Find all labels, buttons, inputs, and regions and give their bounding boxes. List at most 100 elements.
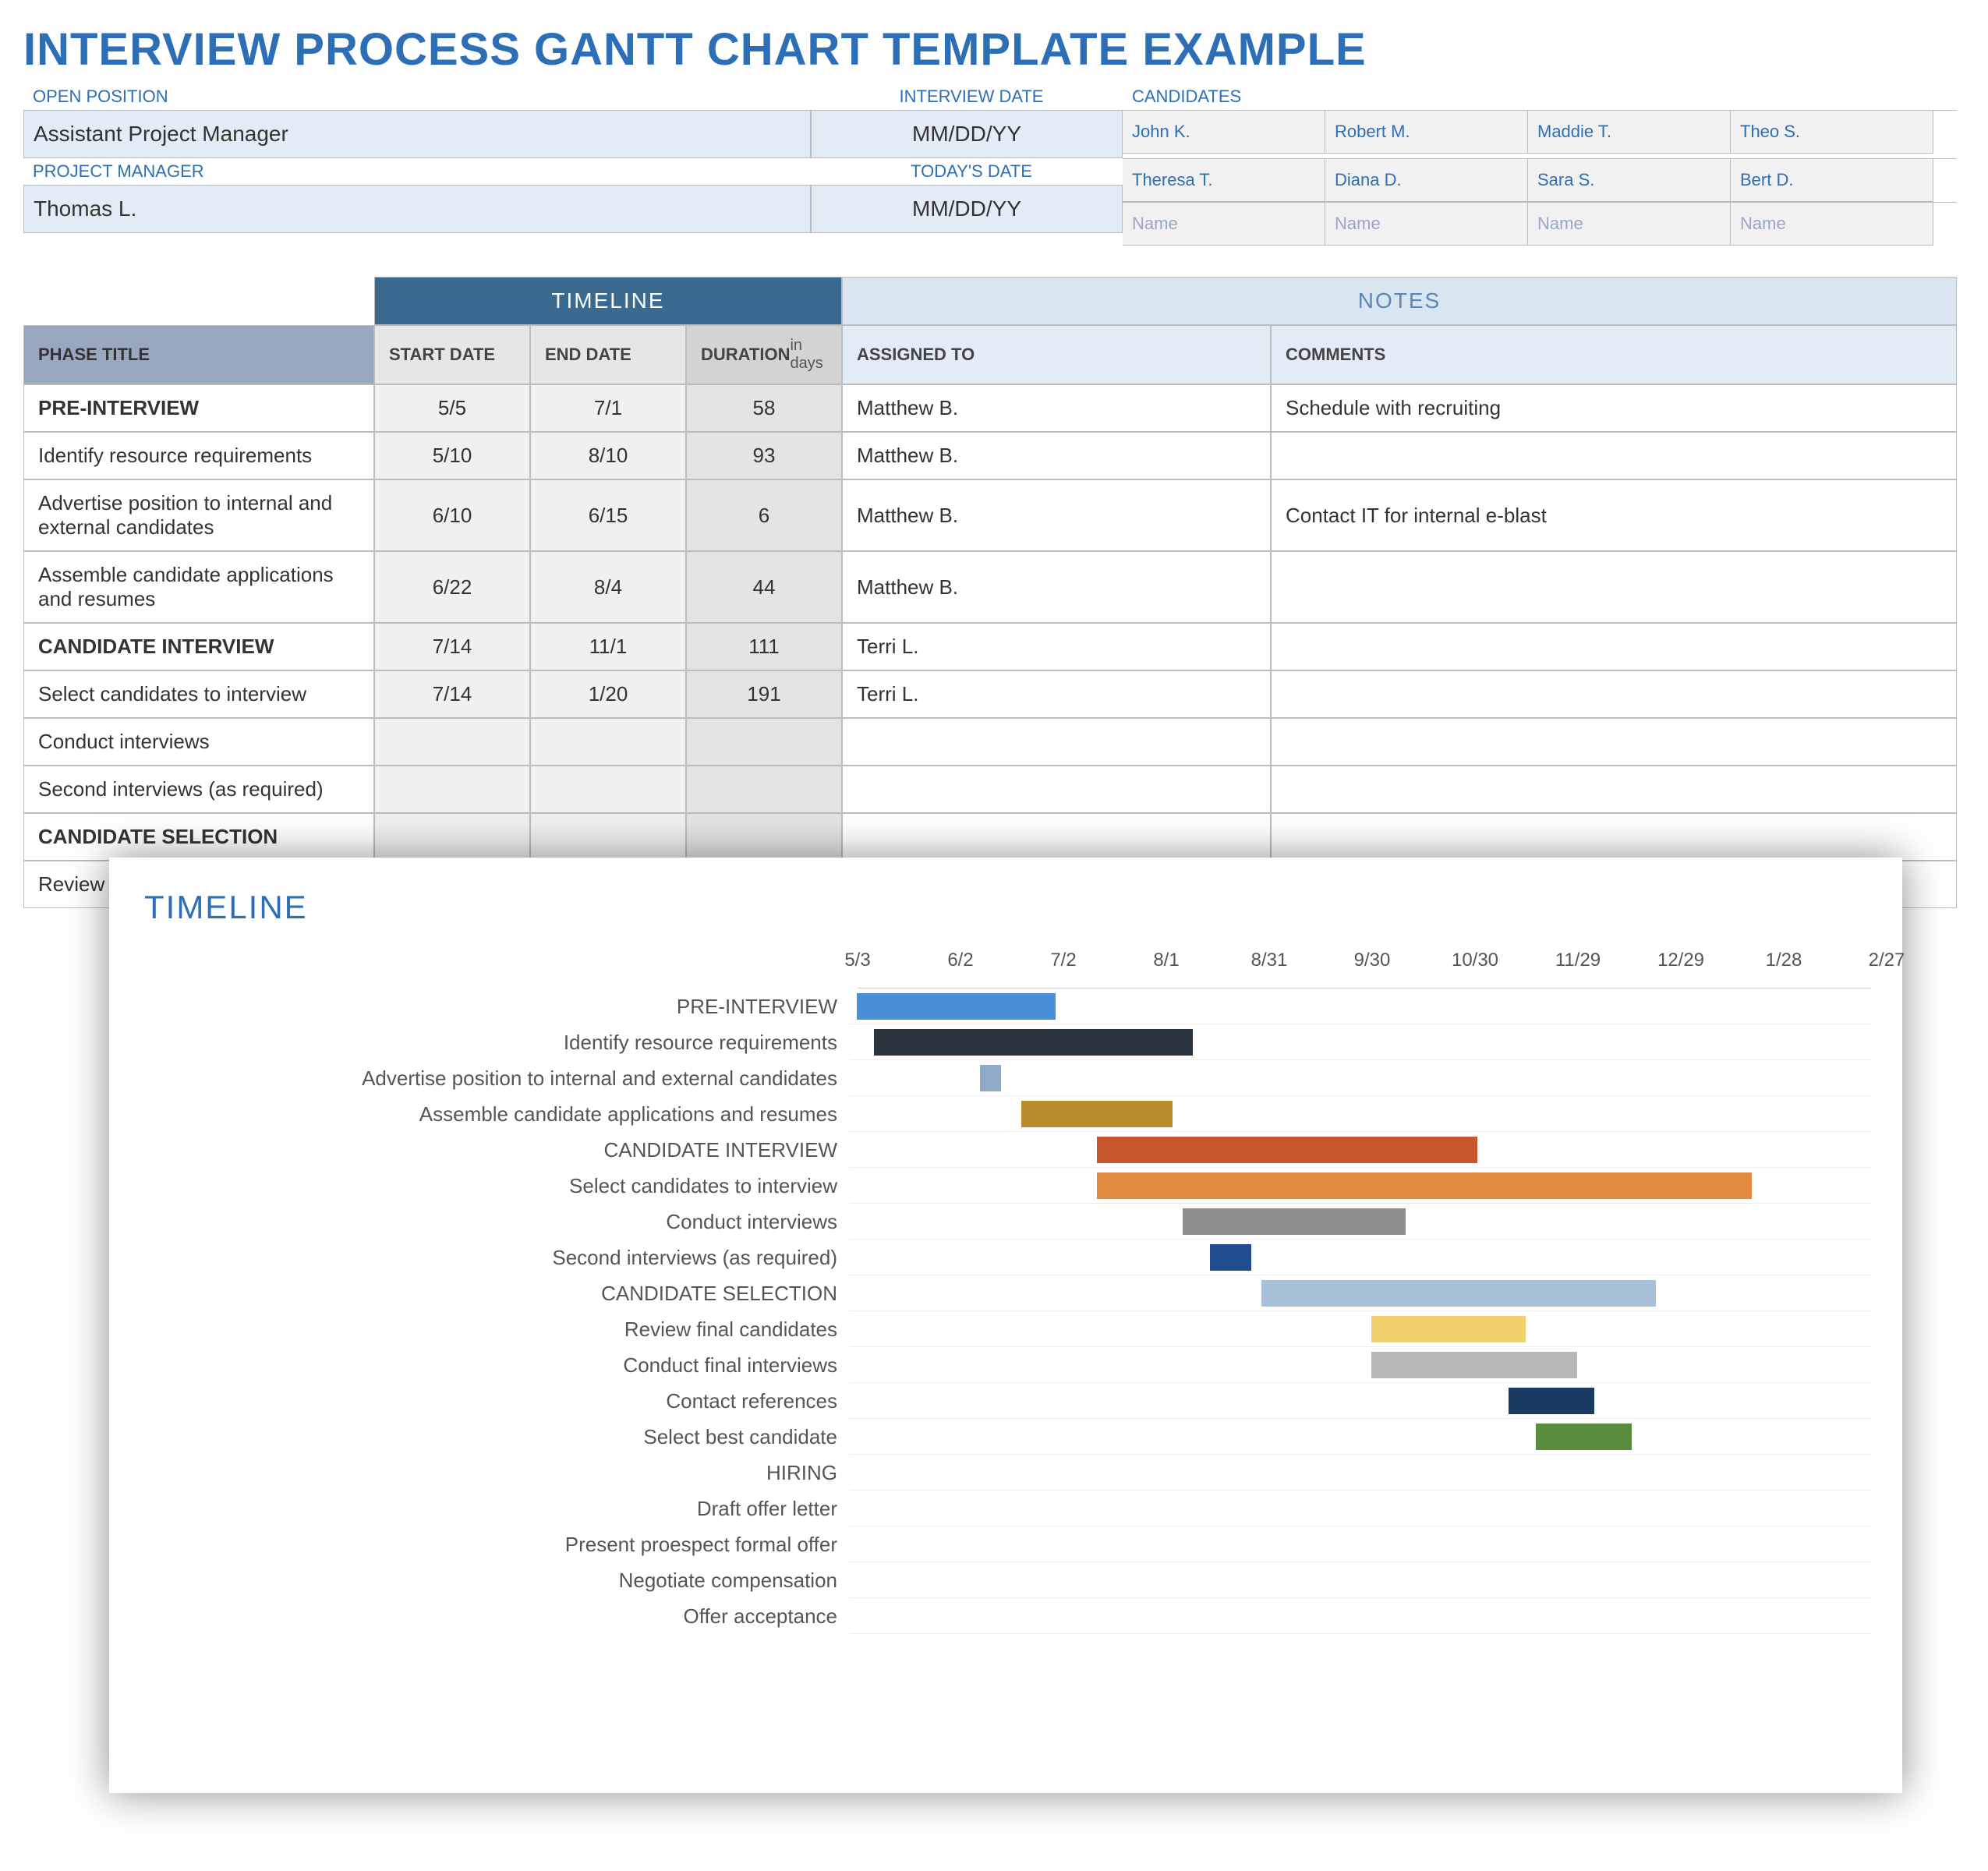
gantt-row-label: Draft offer letter xyxy=(140,1497,850,1521)
table-row-start[interactable] xyxy=(374,813,530,861)
gantt-row: Advertise position to internal and exter… xyxy=(140,1060,1871,1096)
table-row-comments[interactable]: Contact IT for internal e-blast xyxy=(1271,479,1957,551)
candidate-cell[interactable]: Name xyxy=(1325,203,1528,246)
candidates-label: CANDIDATES xyxy=(1123,83,1957,110)
table-row-duration[interactable]: 191 xyxy=(686,670,842,718)
table-row-phase[interactable]: Advertise position to internal and exter… xyxy=(23,479,374,551)
col-comments: COMMENTS xyxy=(1271,325,1957,384)
table-row-assigned[interactable]: Matthew B. xyxy=(842,551,1271,623)
table-row-comments[interactable]: Schedule with recruiting xyxy=(1271,384,1957,432)
table-row-end[interactable]: 8/10 xyxy=(530,432,686,479)
table-row-comments[interactable] xyxy=(1271,718,1957,766)
table-row-end[interactable] xyxy=(530,766,686,813)
gantt-row: Conduct interviews xyxy=(140,1204,1871,1240)
table-row-phase[interactable]: Second interviews (as required) xyxy=(23,766,374,813)
table-row-phase[interactable]: PRE-INTERVIEW xyxy=(23,384,374,432)
table-row-end[interactable]: 1/20 xyxy=(530,670,686,718)
table-row-start[interactable] xyxy=(374,718,530,766)
table-row-end[interactable]: 6/15 xyxy=(530,479,686,551)
candidate-cell[interactable]: Sara S. xyxy=(1528,159,1731,202)
table-row-phase[interactable]: CANDIDATE SELECTION xyxy=(23,813,374,861)
table-row-assigned[interactable]: Matthew B. xyxy=(842,432,1271,479)
todays-date-value[interactable]: MM/DD/YY xyxy=(811,185,1123,233)
table-row-phase[interactable]: Conduct interviews xyxy=(23,718,374,766)
table-row-comments[interactable] xyxy=(1271,766,1957,813)
candidate-cell[interactable]: Name xyxy=(1123,203,1325,246)
table-row-assigned[interactable]: Matthew B. xyxy=(842,384,1271,432)
gantt-row: Select candidates to interview xyxy=(140,1168,1871,1204)
table-row-duration[interactable] xyxy=(686,813,842,861)
gantt-bar[interactable] xyxy=(1097,1137,1477,1163)
open-position-value[interactable]: Assistant Project Manager xyxy=(23,110,811,158)
table-row-start[interactable]: 5/10 xyxy=(374,432,530,479)
table-row-end[interactable]: 7/1 xyxy=(530,384,686,432)
timeline-overlay-panel: TIMELINE 5/36/27/28/18/319/3010/3011/291… xyxy=(109,858,1902,1793)
table-row-assigned[interactable] xyxy=(842,766,1271,813)
gantt-chart: 5/36/27/28/18/319/3010/3011/2912/291/282… xyxy=(140,950,1871,1634)
gantt-bar[interactable] xyxy=(857,993,1056,1020)
candidate-cell[interactable]: John K. xyxy=(1123,111,1325,154)
gantt-row-label: Assemble candidate applications and resu… xyxy=(140,1102,850,1126)
candidate-cell[interactable]: Robert M. xyxy=(1325,111,1528,154)
candidate-cell[interactable]: Name xyxy=(1528,203,1731,246)
table-row-start[interactable] xyxy=(374,766,530,813)
gantt-bar[interactable] xyxy=(980,1065,1000,1091)
table-row-start[interactable]: 6/10 xyxy=(374,479,530,551)
table-row-comments[interactable] xyxy=(1271,432,1957,479)
gantt-axis-tick: 7/2 xyxy=(1050,950,1076,971)
table-row-assigned[interactable]: Terri L. xyxy=(842,670,1271,718)
table-row-assigned[interactable]: Matthew B. xyxy=(842,479,1271,551)
table-row-phase[interactable]: CANDIDATE INTERVIEW xyxy=(23,623,374,670)
table-row-assigned[interactable] xyxy=(842,813,1271,861)
gantt-bar[interactable] xyxy=(1536,1424,1632,1450)
gantt-bar[interactable] xyxy=(1183,1208,1406,1235)
gantt-bar[interactable] xyxy=(1210,1244,1251,1271)
gantt-row-label: Review final candidates xyxy=(140,1317,850,1342)
project-manager-value[interactable]: Thomas L. xyxy=(23,185,811,233)
table-row-comments[interactable] xyxy=(1271,623,1957,670)
candidate-cell[interactable]: Bert D. xyxy=(1731,159,1933,202)
table-row-end[interactable] xyxy=(530,718,686,766)
gantt-bar[interactable] xyxy=(1261,1280,1656,1307)
table-row-start[interactable]: 7/14 xyxy=(374,670,530,718)
table-row-duration[interactable]: 44 xyxy=(686,551,842,623)
gantt-bar-area xyxy=(850,1491,1871,1526)
table-row-assigned[interactable]: Terri L. xyxy=(842,623,1271,670)
table-row-duration[interactable]: 58 xyxy=(686,384,842,432)
table-row-phase[interactable]: Select candidates to interview xyxy=(23,670,374,718)
table-row-comments[interactable] xyxy=(1271,670,1957,718)
table-row-comments[interactable] xyxy=(1271,551,1957,623)
table-row-start[interactable]: 7/14 xyxy=(374,623,530,670)
table-row-phase[interactable]: Assemble candidate applications and resu… xyxy=(23,551,374,623)
table-row-duration[interactable]: 6 xyxy=(686,479,842,551)
gantt-row: Select best candidate xyxy=(140,1419,1871,1455)
table-row-assigned[interactable] xyxy=(842,718,1271,766)
candidate-cell[interactable]: Diana D. xyxy=(1325,159,1528,202)
candidate-cell[interactable]: Theresa T. xyxy=(1123,159,1325,202)
table-row-end[interactable] xyxy=(530,813,686,861)
gantt-bar[interactable] xyxy=(1021,1101,1173,1127)
gantt-bar[interactable] xyxy=(1371,1352,1577,1378)
interview-date-value[interactable]: MM/DD/YY xyxy=(811,110,1123,158)
table-row-comments[interactable] xyxy=(1271,813,1957,861)
gantt-bar-area xyxy=(850,989,1871,1024)
table-row-phase[interactable]: Identify resource requirements xyxy=(23,432,374,479)
table-row-duration[interactable]: 111 xyxy=(686,623,842,670)
candidate-cell[interactable]: Name xyxy=(1731,203,1933,246)
gantt-row: Assemble candidate applications and resu… xyxy=(140,1096,1871,1132)
candidate-cell[interactable]: Theo S. xyxy=(1731,111,1933,154)
table-row-duration[interactable] xyxy=(686,718,842,766)
gantt-bar-area xyxy=(850,1060,1871,1096)
gantt-bar[interactable] xyxy=(1097,1172,1752,1199)
table-row-start[interactable]: 6/22 xyxy=(374,551,530,623)
gantt-bar[interactable] xyxy=(874,1029,1193,1056)
table-row-end[interactable]: 8/4 xyxy=(530,551,686,623)
table-row-duration[interactable]: 93 xyxy=(686,432,842,479)
gantt-bar[interactable] xyxy=(1509,1388,1594,1414)
candidate-cell[interactable]: Maddie T. xyxy=(1528,111,1731,154)
table-row-end[interactable]: 11/1 xyxy=(530,623,686,670)
gantt-bar[interactable] xyxy=(1371,1316,1526,1342)
table-row-duration[interactable] xyxy=(686,766,842,813)
table-row-start[interactable]: 5/5 xyxy=(374,384,530,432)
gantt-axis-tick: 11/29 xyxy=(1555,950,1601,971)
